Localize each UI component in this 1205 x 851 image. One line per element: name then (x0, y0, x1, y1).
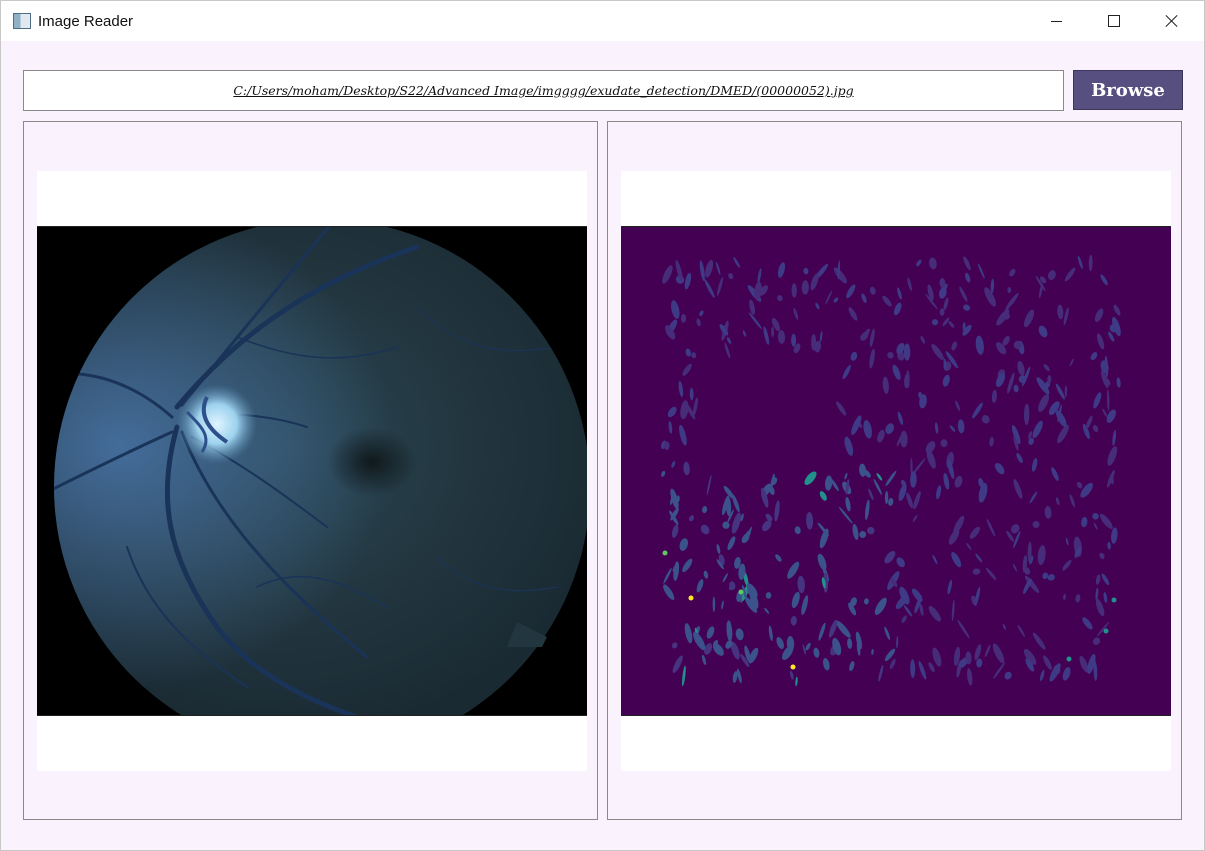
exudate-spot (790, 664, 796, 670)
window-title: Image Reader (38, 13, 134, 30)
exudate-detection-map (621, 226, 1171, 716)
map-speckle (903, 343, 911, 361)
map-speckle (900, 430, 908, 448)
original-image-panel (23, 121, 598, 820)
exudate-spot (1111, 597, 1117, 603)
exudate-spot (1103, 628, 1109, 634)
minimize-button[interactable] (1027, 1, 1085, 41)
map-speckle (940, 439, 948, 448)
map-speckle (712, 596, 716, 612)
retina-fundus-graphic (37, 227, 587, 715)
exudate-spot (738, 589, 744, 595)
map-speckle (791, 333, 797, 347)
exudate-spot (1066, 656, 1072, 662)
close-button[interactable] (1143, 1, 1201, 41)
image-reader-window: Image Reader C:/Users/moham/Desktop/S22/… (0, 0, 1205, 851)
original-image-frame (37, 171, 587, 771)
map-speckle (939, 308, 945, 316)
image-reader-app-icon (13, 13, 31, 29)
title-bar: Image Reader (1, 1, 1204, 41)
maximize-button[interactable] (1085, 1, 1143, 41)
exudate-map-graphic (621, 227, 1171, 715)
file-path-field[interactable]: C:/Users/moham/Desktop/S22/Advanced Imag… (23, 70, 1064, 111)
result-image-panel (607, 121, 1182, 820)
result-image-frame (621, 171, 1171, 771)
close-icon (1165, 14, 1179, 28)
exudate-spot (688, 595, 694, 601)
exudate-spot (662, 550, 668, 556)
maximize-icon (1108, 15, 1120, 27)
retina-fundus-image (37, 226, 587, 716)
minimize-icon (1050, 20, 1062, 22)
browse-button[interactable]: Browse (1073, 70, 1183, 110)
